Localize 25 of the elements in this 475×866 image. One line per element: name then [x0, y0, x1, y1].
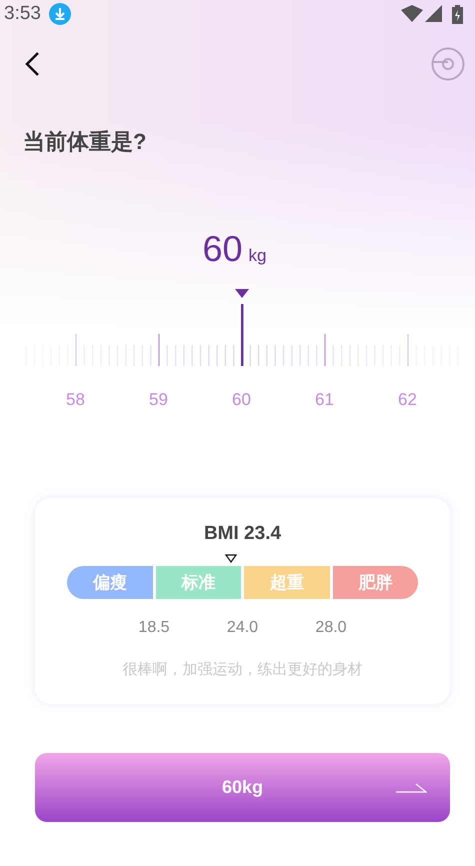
bmi-category: 偏瘦: [67, 566, 152, 599]
ring-icon[interactable]: [431, 47, 465, 81]
confirm-button[interactable]: 60kg: [35, 753, 450, 822]
status-time: 3:53: [4, 2, 41, 26]
bmi-threshold: 24.0: [226, 618, 258, 638]
signal-icon: [425, 5, 442, 23]
battery-icon: [452, 4, 463, 24]
ruler-label: 62: [398, 389, 417, 411]
bmi-pointer-icon: [224, 554, 237, 563]
weight-value: 60: [202, 229, 243, 269]
bmi-threshold: 28.0: [315, 618, 347, 638]
page-title: 当前体重是?: [23, 128, 146, 156]
bmi-category: 肥胖: [332, 566, 418, 599]
bmi-category: 超重: [244, 566, 330, 599]
ruler-label: 59: [149, 389, 168, 411]
bmi-value: BMI 23.4: [204, 523, 282, 545]
ruler-label: 58: [66, 389, 85, 411]
wifi-icon: [401, 5, 423, 23]
bmi-threshold: 18.5: [138, 618, 170, 638]
ruler-label: 60: [232, 389, 251, 411]
bmi-category: 标准: [156, 566, 241, 599]
ruler-scale[interactable]: [26, 334, 458, 366]
download-icon: [48, 3, 71, 25]
weight-unit: kg: [248, 245, 266, 267]
ruler-label: 61: [315, 389, 334, 411]
